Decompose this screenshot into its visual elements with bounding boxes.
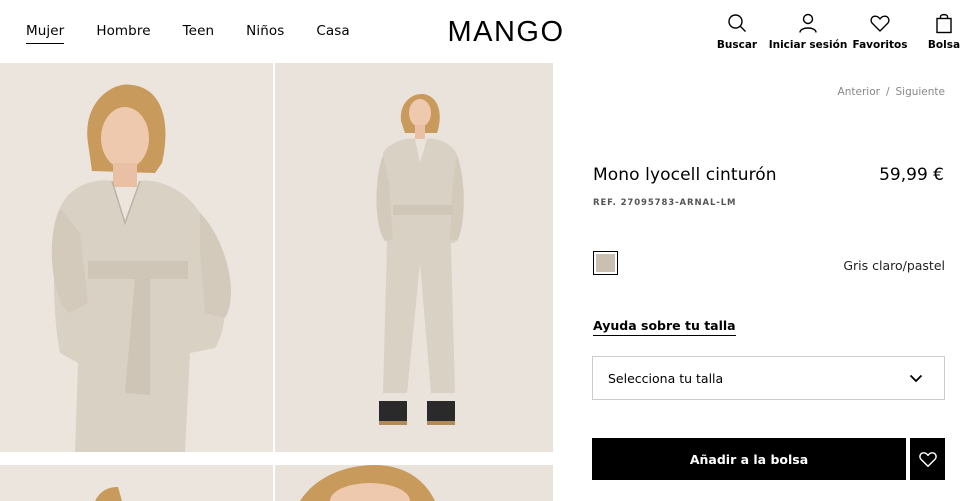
add-to-bag-button[interactable]: Añadir a la bolsa: [592, 438, 906, 480]
site-header: Mujer Hombre Teen Niños Casa MANGO Busca…: [0, 0, 974, 62]
product-title: Mono lyocell cinturón: [593, 165, 777, 185]
size-help-link[interactable]: Ayuda sobre tu talla: [593, 318, 736, 336]
header-actions: Buscar Iniciar sesión Favoritos Bolsa: [716, 12, 964, 51]
nav-item-teen[interactable]: Teen: [183, 23, 215, 44]
color-swatch-fill: [596, 254, 615, 272]
favorites-label: Favoritos: [852, 39, 908, 51]
heart-icon: [870, 15, 890, 32]
add-to-favorites-button[interactable]: [910, 438, 945, 480]
chevron-down-icon: [909, 374, 923, 382]
size-select[interactable]: Selecciona tu talla: [592, 356, 945, 400]
search-label: Buscar: [716, 39, 758, 51]
user-icon: [799, 13, 817, 33]
mango-logo[interactable]: MANGO: [435, 13, 577, 47]
product-photo-3[interactable]: [0, 465, 273, 501]
product-ref: REF. 27095783-ARNAL-LM: [593, 198, 737, 208]
main-nav: Mujer Hombre Teen Niños Casa: [26, 23, 382, 44]
model-full-illustration: [275, 63, 553, 452]
nav-item-casa[interactable]: Casa: [316, 23, 349, 44]
pager-prev-link[interactable]: Anterior: [838, 86, 880, 98]
product-pager: Anterior / Siguiente: [838, 86, 945, 98]
product-photo-4[interactable]: [275, 465, 553, 501]
size-select-value: Selecciona tu talla: [608, 370, 724, 386]
bag-label: Bolsa: [927, 39, 961, 51]
pager-separator: /: [885, 86, 890, 98]
heart-icon: [918, 452, 937, 467]
color-swatch[interactable]: [593, 251, 618, 275]
bag-icon: [936, 13, 952, 34]
model-detail-illustration: [0, 465, 273, 501]
login-label: Iniciar sesión: [768, 39, 848, 51]
search-icon: [728, 14, 746, 32]
model-face-illustration: [275, 465, 553, 501]
favorites-button[interactable]: Favoritos: [848, 12, 912, 51]
nav-item-mujer[interactable]: Mujer: [26, 23, 65, 44]
nav-item-hombre[interactable]: Hombre: [96, 23, 150, 44]
search-button[interactable]: Buscar: [716, 12, 758, 51]
nav-item-ninos[interactable]: Niños: [246, 23, 284, 44]
model-closeup-illustration: [0, 63, 273, 452]
bag-button[interactable]: Bolsa: [924, 12, 964, 51]
logo-text: MANGO: [447, 16, 564, 47]
color-name: Gris claro/pastel: [843, 258, 945, 273]
product-photo-closeup[interactable]: [0, 63, 273, 452]
login-button[interactable]: Iniciar sesión: [769, 12, 847, 51]
product-photo-full[interactable]: [275, 63, 553, 452]
pager-next-link[interactable]: Siguiente: [895, 86, 945, 98]
product-price: 59,99 €: [879, 165, 944, 185]
